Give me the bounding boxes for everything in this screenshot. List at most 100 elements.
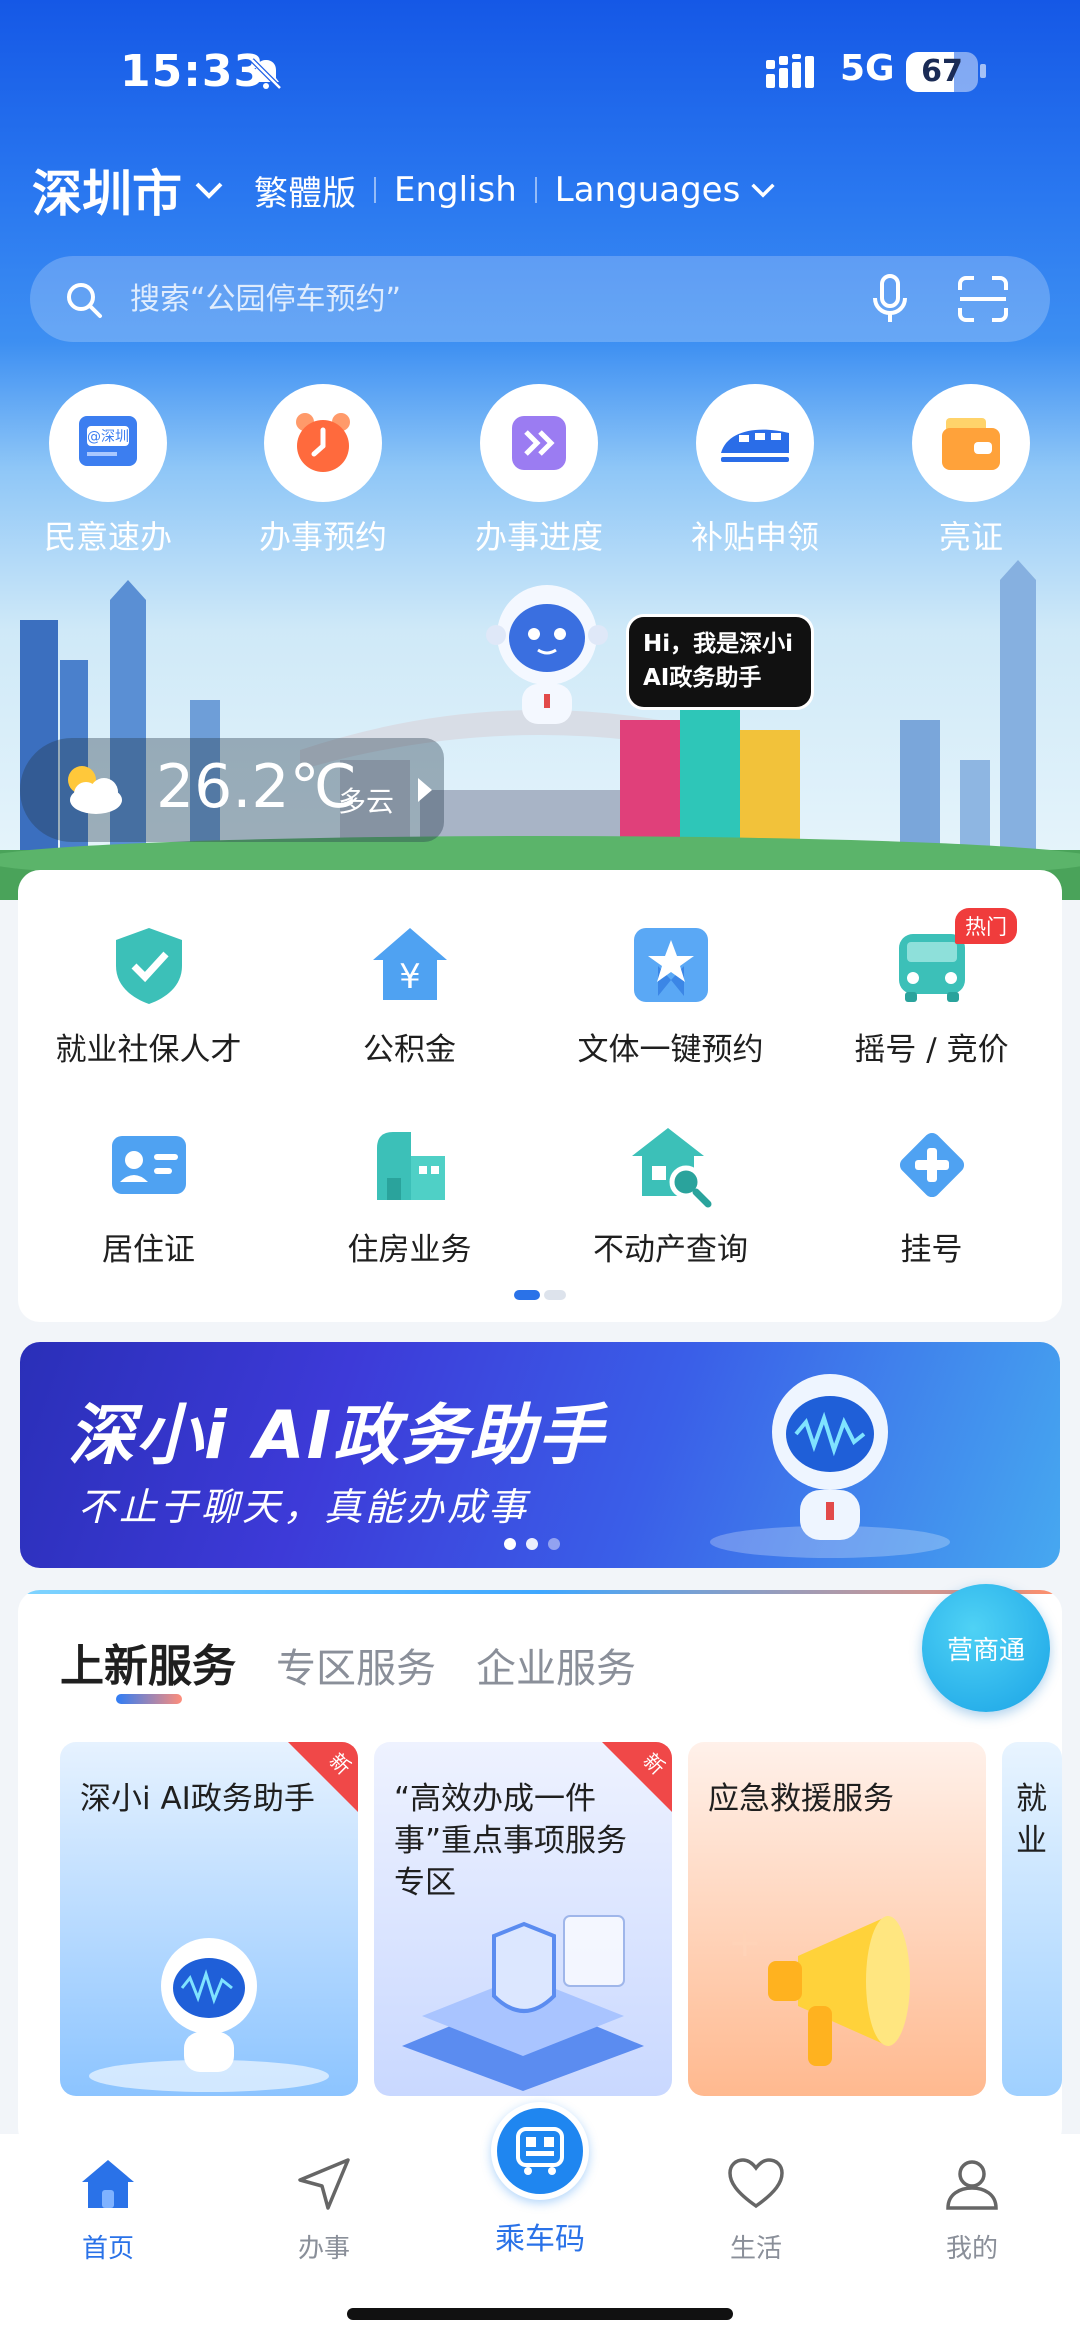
tab-life[interactable]: 生活 <box>696 2154 816 2265</box>
search-input[interactable] <box>130 256 850 342</box>
grid-item-employment[interactable]: 就业社保人才 <box>18 922 279 1069</box>
status-time: 15:33 <box>120 46 266 97</box>
home-icon <box>82 2160 134 2208</box>
temperature: 26.2℃ <box>156 752 357 822</box>
star-badge-icon <box>633 928 708 1002</box>
banner-page-indicator <box>504 1538 594 1552</box>
house-search-icon <box>631 1128 711 1208</box>
microphone-icon[interactable] <box>870 274 910 324</box>
network-type: 5G <box>840 48 895 89</box>
id-card-icon <box>111 1136 186 1194</box>
tab-tasks[interactable]: 办事 <box>264 2154 384 2265</box>
search-bar[interactable] <box>30 256 1050 342</box>
new-badge: 新 <box>602 1742 672 1812</box>
hot-badge: 热门 <box>955 908 1017 944</box>
search-icon <box>67 283 102 318</box>
house-yuan-icon: ¥ <box>372 928 447 1000</box>
scan-icon[interactable] <box>958 276 1008 322</box>
chevron-down-icon[interactable] <box>194 180 224 200</box>
banner-subtitle: 不止于聊天，真能办成事 <box>78 1485 530 1529</box>
quick-action-minyi[interactable]: @深圳 民意速办 <box>13 384 203 558</box>
ai-assistant-banner[interactable]: 深小i AI政务助手 不止于聊天，真能办成事 <box>20 1342 1060 1568</box>
tab-label: 生活 <box>729 2234 782 2264</box>
message-board-icon: @深圳 <box>79 416 137 466</box>
quick-actions: @深圳 民意速办 办事预约 办事进度 补贴申领 亮证 <box>0 384 1080 564</box>
partly-cloudy-icon <box>68 766 122 814</box>
business-service-button[interactable]: 营商通 <box>922 1584 1050 1712</box>
grid-item-label: 挂号 <box>900 1232 963 1268</box>
svg-text:@深圳: @深圳 <box>87 429 129 445</box>
grid-item-label: 文体一键预约 <box>577 1032 764 1068</box>
bubble-line: AI政务助手 <box>643 665 762 691</box>
bus-qr-icon <box>516 2127 564 2175</box>
medical-cross-icon <box>899 1132 964 1198</box>
grid-item-label: 不动产查询 <box>593 1232 748 1268</box>
quick-action-label: 补贴申领 <box>690 518 819 556</box>
chevron-down-icon[interactable] <box>750 181 776 199</box>
assistant-greeting-bubble[interactable]: Hi，我是深小i AI政务助手 <box>626 614 814 710</box>
tab-enterprise-services[interactable]: 企业服务 <box>476 1636 636 1694</box>
service-card-employment-partial[interactable]: 就业 <box>1002 1742 1062 2096</box>
grid-item-label: 公积金 <box>363 1032 456 1068</box>
english-link[interactable]: English <box>394 170 517 210</box>
heart-icon <box>728 2158 784 2209</box>
train-icon <box>721 429 789 462</box>
grid-item-housing[interactable]: 住房业务 <box>279 1122 540 1269</box>
active-tab-indicator <box>116 1694 182 1704</box>
service-card-emergency-rescue[interactable]: 应急救援服务 + <box>688 1742 986 2096</box>
quick-action-show-id[interactable]: 亮证 <box>876 384 1066 558</box>
grid-item-registration[interactable]: 挂号 <box>801 1122 1062 1269</box>
svg-text:+: + <box>728 1920 762 1966</box>
tab-label: 首页 <box>81 2234 134 2264</box>
divider <box>374 177 376 203</box>
quick-action-label: 亮证 <box>938 518 1003 556</box>
megaphone-icon: + <box>728 1916 910 2066</box>
tab-me[interactable]: 我的 <box>912 2154 1032 2265</box>
user-icon <box>946 2160 998 2210</box>
svg-text:¥: ¥ <box>399 957 421 997</box>
service-card-efficient-service[interactable]: “高效办成一件事”重点事项服务专区 新 <box>374 1742 672 2096</box>
alarm-clock-icon <box>296 413 350 472</box>
bell-muted-icon <box>250 58 282 90</box>
service-card-ai-assistant[interactable]: 深小i AI政务助手 新 <box>60 1742 358 2096</box>
grid-item-lottery-bid[interactable]: 热门 摇号 / 竞价 <box>801 908 1062 1069</box>
assistant-robot-avatar[interactable] <box>482 580 612 730</box>
ride-code-label[interactable]: 乘车码 <box>440 2214 640 2258</box>
weather-widget[interactable]: 26.2℃ 多云 <box>20 738 444 842</box>
grid-item-culture-sports[interactable]: 文体一键预约 <box>540 922 801 1069</box>
location-language-bar: 深圳市 繁體版 English Languages <box>32 155 806 225</box>
city-selector[interactable]: 深圳市 <box>32 154 182 226</box>
tab-new-services[interactable]: 上新服务 <box>60 1630 236 1694</box>
grid-item-property-query[interactable]: 不动产查询 <box>540 1122 801 1269</box>
section-accent-line <box>18 1590 1062 1594</box>
building-icon <box>376 1132 445 1200</box>
signal-icon <box>766 54 814 88</box>
chevron-right-icon <box>418 778 432 802</box>
platform-illustration <box>402 1915 644 2091</box>
card-title: 就业 <box>1016 1781 1047 1859</box>
quick-action-progress[interactable]: 办事进度 <box>444 384 634 558</box>
quick-action-appointment[interactable]: 办事预约 <box>228 384 418 558</box>
home-indicator[interactable] <box>347 2308 733 2320</box>
traditional-chinese-link[interactable]: 繁體版 <box>254 166 356 215</box>
battery-icon: 67 <box>906 52 978 92</box>
ride-code-button[interactable] <box>491 2102 589 2200</box>
grid-item-label: 就业社保人才 <box>55 1032 242 1068</box>
quick-action-subsidy[interactable]: 补贴申领 <box>660 384 850 558</box>
page-indicator <box>514 1290 566 1300</box>
tab-home[interactable]: 首页 <box>48 2154 168 2265</box>
quick-action-label: 办事进度 <box>474 518 603 556</box>
service-grid: 就业社保人才 ¥ 公积金 文体一键预约 热门 摇号 / 竞价 居住证 住房业务 … <box>18 870 1062 1322</box>
languages-dropdown[interactable]: Languages <box>555 170 741 210</box>
status-bar: 15:33 5G 67 <box>0 40 1080 110</box>
services-section: 上新服务 专区服务 企业服务 深小i AI政务助手 新 “高效办成一件事”重点事… <box>18 1590 1062 2150</box>
quick-action-label: 民意速办 <box>43 518 172 556</box>
shield-check-icon <box>115 928 182 1004</box>
service-tabs: 上新服务 专区服务 企业服务 <box>60 1630 676 1704</box>
grid-item-residence-permit[interactable]: 居住证 <box>18 1122 279 1269</box>
wallet-icon <box>942 418 1000 470</box>
tab-zone-services[interactable]: 专区服务 <box>276 1636 436 1694</box>
grid-item-housing-fund[interactable]: ¥ 公积金 <box>279 922 540 1069</box>
battery-level: 67 <box>921 54 963 89</box>
weather-condition: 多云 <box>338 785 395 818</box>
